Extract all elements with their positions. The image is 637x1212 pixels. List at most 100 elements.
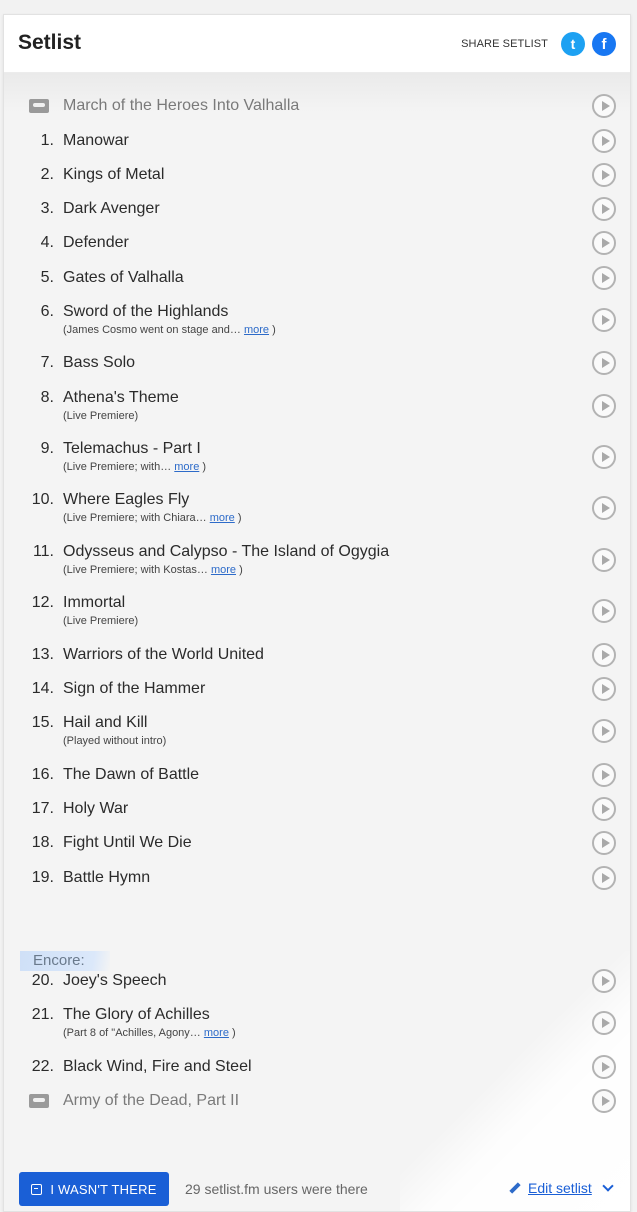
song-number: 2. — [40, 166, 54, 183]
song-title[interactable]: Warriors of the World United — [63, 645, 264, 665]
play-icon[interactable] — [592, 308, 616, 332]
song-title[interactable]: Army of the Dead, Part II — [63, 1091, 239, 1111]
song-note: (Part 8 of "Achilles, Agony… more ) — [63, 1027, 236, 1039]
song-number: 3. — [40, 200, 54, 217]
song-number: 4. — [40, 234, 54, 251]
song-number: 15. — [31, 714, 54, 731]
play-icon[interactable] — [592, 231, 616, 255]
song-title[interactable]: Manowar — [63, 131, 129, 151]
song-number: 6. — [40, 303, 54, 320]
song-title[interactable]: Battle Hymn — [63, 868, 150, 888]
song-title[interactable]: Athena's Theme — [63, 388, 179, 408]
song-title[interactable]: Kings of Metal — [63, 165, 164, 185]
song-number: 19. — [31, 869, 54, 886]
song-number: 1. — [40, 132, 54, 149]
note-text: (Live Premiere; with… — [63, 461, 172, 473]
song-note: (Live Premiere; with Kostas… more ) — [63, 564, 243, 576]
pencil-icon — [509, 1183, 520, 1194]
play-icon[interactable] — [592, 548, 616, 572]
song-title[interactable]: Immortal — [63, 593, 125, 613]
song-number: 11. — [32, 543, 54, 560]
song-title[interactable]: Holy War — [63, 799, 128, 819]
note-end: ) — [237, 512, 242, 524]
setlist-card: Setlist SHARE SETLIST t f March of the H… — [3, 14, 631, 1212]
song-title[interactable]: March of the Heroes Into Valhalla — [63, 96, 299, 116]
song-title[interactable]: The Glory of Achilles — [63, 1005, 210, 1025]
play-icon[interactable] — [592, 643, 616, 667]
share-label: SHARE SETLIST — [461, 38, 548, 50]
song-note: (James Cosmo went on stage and… more ) — [63, 324, 276, 336]
tape-icon — [29, 99, 49, 113]
play-icon[interactable] — [592, 163, 616, 187]
i-wasnt-there-label: I WASN'T THERE — [50, 1181, 157, 1197]
play-icon[interactable] — [592, 129, 616, 153]
note-text: (Live Premiere; with Kostas… — [63, 564, 208, 576]
song-number: 14. — [31, 680, 54, 697]
chevron-down-icon[interactable] — [602, 1180, 614, 1192]
song-title[interactable]: Telemachus - Part I — [63, 439, 201, 459]
more-link[interactable]: more — [210, 512, 235, 524]
edit-setlist-label[interactable]: Edit setlist — [528, 1180, 592, 1196]
play-icon[interactable] — [592, 394, 616, 418]
song-title[interactable]: Dark Avenger — [63, 199, 160, 219]
song-title[interactable]: Gates of Valhalla — [63, 268, 184, 288]
play-icon[interactable] — [592, 1055, 616, 1079]
song-note: (Played without intro) — [63, 735, 167, 747]
more-link[interactable]: more — [211, 564, 236, 576]
play-icon[interactable] — [592, 599, 616, 623]
song-number: 18. — [31, 834, 54, 851]
more-link[interactable]: more — [244, 324, 269, 336]
song-number: 16. — [31, 766, 54, 783]
note-end: ) — [239, 564, 243, 576]
song-number: 5. — [40, 269, 54, 286]
song-number: 21. — [31, 1006, 54, 1023]
edit-setlist-link[interactable]: Edit setlist — [509, 1180, 614, 1196]
play-icon[interactable] — [592, 445, 616, 469]
song-note: (Live Premiere; with… more ) — [63, 461, 206, 473]
song-title[interactable]: Joey's Speech — [63, 971, 167, 991]
song-note: (Live Premiere) — [63, 615, 139, 627]
setlist-header: Setlist SHARE SETLIST t f — [4, 15, 630, 73]
song-title[interactable]: Bass Solo — [63, 353, 135, 373]
song-title[interactable]: Defender — [63, 233, 129, 253]
song-title[interactable]: Sword of the Highlands — [63, 302, 228, 322]
note-end: ) — [272, 324, 276, 336]
play-icon[interactable] — [592, 1089, 616, 1113]
play-icon[interactable] — [592, 266, 616, 290]
play-icon[interactable] — [592, 94, 616, 118]
play-icon[interactable] — [592, 969, 616, 993]
song-title[interactable]: The Dawn of Battle — [63, 765, 199, 785]
encore-label: Encore: — [20, 951, 110, 971]
more-link[interactable]: more — [174, 461, 199, 473]
share-bar: SHARE SETLIST t f — [461, 32, 616, 56]
play-icon[interactable] — [592, 763, 616, 787]
play-icon[interactable] — [592, 677, 616, 701]
play-icon[interactable] — [592, 496, 616, 520]
play-icon[interactable] — [592, 797, 616, 821]
song-title[interactable]: Odysseus and Calypso - The Island of Ogy… — [63, 542, 389, 562]
song-number: 20. — [31, 972, 54, 989]
note-end: ) — [232, 1027, 236, 1039]
facebook-icon[interactable]: f — [592, 32, 616, 56]
play-icon[interactable] — [592, 351, 616, 375]
song-title[interactable]: Hail and Kill — [63, 713, 147, 733]
song-number: 22. — [31, 1058, 54, 1075]
song-title[interactable]: Black Wind, Fire and Steel — [63, 1057, 252, 1077]
play-icon[interactable] — [592, 1011, 616, 1035]
play-icon[interactable] — [592, 831, 616, 855]
song-title[interactable]: Sign of the Hammer — [63, 679, 205, 699]
note-text: (Part 8 of "Achilles, Agony… — [63, 1027, 201, 1039]
song-number: 12. — [31, 594, 54, 611]
song-number: 9. — [40, 440, 54, 457]
page-title: Setlist — [18, 31, 82, 54]
twitter-icon[interactable]: t — [561, 32, 585, 56]
i-wasnt-there-button[interactable]: I WASN'T THERE — [19, 1172, 169, 1206]
song-note: (Live Premiere; with Chiara… more ) — [63, 512, 242, 524]
song-title[interactable]: Fight Until We Die — [63, 833, 192, 853]
song-title[interactable]: Where Eagles Fly — [63, 490, 189, 510]
more-link[interactable]: more — [204, 1027, 229, 1039]
play-icon[interactable] — [592, 197, 616, 221]
play-icon[interactable] — [592, 719, 616, 743]
play-icon[interactable] — [592, 866, 616, 890]
tape-icon — [29, 1094, 49, 1108]
